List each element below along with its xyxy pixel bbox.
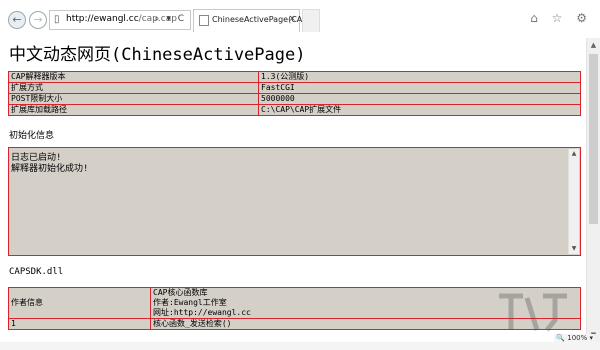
info-key: 扩展库加载路径	[8, 104, 259, 116]
scroll-up-icon[interactable]: ▲	[569, 149, 579, 159]
info-key: 扩展方式	[8, 82, 259, 94]
page-scrollbar[interactable]: ▲ ▼	[586, 38, 600, 342]
log-line: 解释器初始化成功!	[11, 164, 89, 174]
table-row: CAP解释器版本 1.3(公测版)	[8, 71, 581, 83]
back-button[interactable]: ←	[8, 11, 26, 29]
table-row: POST限制大小 5000000	[8, 93, 581, 105]
info-value: C:\CAP\CAP扩展文件	[258, 104, 581, 116]
log-textarea[interactable]: 日志已启动! 解释器初始化成功! ▲ ▼	[8, 147, 581, 256]
info-value: 1.3(公测版)	[258, 71, 581, 83]
author-key: 作者信息	[8, 287, 151, 319]
page-icon: ▯	[54, 14, 60, 25]
new-tab-button[interactable]	[302, 9, 320, 32]
tab-close-icon[interactable]: ×	[288, 14, 296, 24]
interpreter-info-table: CAP解释器版本 1.3(公测版) 扩展方式 FastCGI POST限制大小 …	[8, 71, 581, 116]
toolbar-icons[interactable]: ⌂ ☆ ⚙	[530, 11, 592, 25]
forward-arrow-icon: →	[33, 13, 43, 26]
scroll-thumb[interactable]	[589, 54, 598, 224]
info-value: 5000000	[258, 93, 581, 105]
info-key: CAP解释器版本	[8, 71, 259, 83]
info-value: FastCGI	[258, 82, 581, 94]
info-key: POST限制大小	[8, 93, 259, 105]
address-host: http://ewangl.cc	[66, 14, 139, 24]
scroll-down-icon[interactable]: ▼	[569, 244, 579, 254]
address-bar[interactable]: ▯ http://ewangl.cc/cap.cap ⌕ ▾ C	[49, 10, 191, 30]
status-bar	[0, 342, 600, 350]
page-title: 中文动态网页(ChineseActivePage)	[9, 45, 306, 65]
sdk-label: CAPSDK.dll	[9, 267, 64, 277]
table-row: 扩展方式 FastCGI	[8, 82, 581, 94]
back-arrow-icon: ←	[12, 13, 22, 26]
address-actions[interactable]: ⌕ ▾ C	[154, 14, 186, 24]
browser-toolbar: ← → ▯ http://ewangl.cc/cap.cap ⌕ ▾ C Chi…	[0, 0, 600, 38]
table-row: 扩展库加载路径 C:\CAP\CAP扩展文件	[8, 104, 581, 116]
watermark-logo	[499, 293, 567, 332]
browser-tab-active[interactable]: ChineseActivePage(CAP) ×	[193, 9, 310, 32]
module-index: 1	[8, 318, 151, 330]
log-scrollbar[interactable]: ▲ ▼	[568, 149, 579, 254]
init-info-label: 初始化信息	[9, 131, 55, 141]
tab-page-icon	[199, 15, 209, 26]
forward-button[interactable]: →	[29, 11, 47, 29]
scroll-up-icon[interactable]: ▲	[587, 38, 600, 52]
